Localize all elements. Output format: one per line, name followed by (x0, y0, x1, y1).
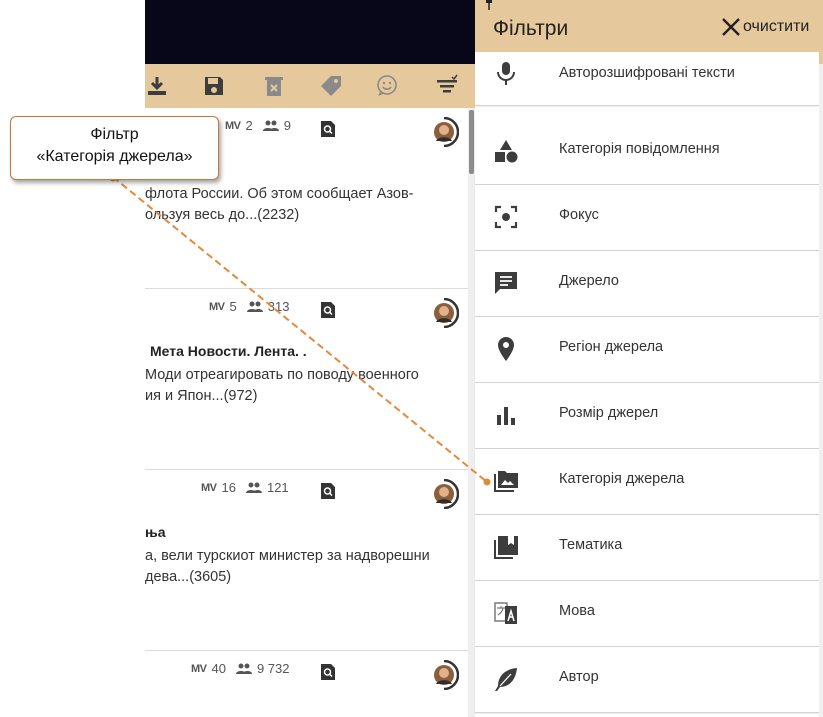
annotation-callout: Фільтр «Категорія джерела» (10, 116, 219, 180)
result-card[interactable]: MV 40 9 732 (145, 651, 468, 717)
clear-filters-label: очистити (743, 18, 810, 35)
preview-icon[interactable] (321, 121, 335, 137)
mv-count: 5 (229, 299, 237, 314)
preview-icon[interactable] (321, 302, 335, 318)
results-toolbar (145, 64, 475, 108)
microphone-icon (493, 60, 519, 86)
result-card[interactable]: MV 5 313 Мета Новости. Лента. . Моди отр… (145, 289, 468, 470)
avatar[interactable] (429, 298, 459, 328)
filter-item-language[interactable]: Мова (475, 581, 819, 647)
preview-icon[interactable] (321, 664, 335, 680)
filters-title: Фільтри (493, 17, 569, 40)
audience-count: 9 732 (256, 661, 290, 676)
filter-item-label: Категорія повідомлення (559, 141, 720, 157)
mv-count: 2 (245, 118, 253, 133)
avatar[interactable] (429, 660, 459, 690)
callout-line-2: «Категорія джерела» (36, 148, 193, 165)
callout-line-1: Фільтр (90, 126, 139, 143)
mv-label: MV (191, 662, 207, 675)
snippet-line: Моди отреагировать по поводу военного (145, 367, 419, 383)
audience-count: 121 (266, 480, 289, 495)
filter-item-label: Регіон джерела (559, 339, 664, 355)
people-icon (246, 301, 263, 312)
audience-count: 9 (283, 118, 291, 133)
mv-label: MV (201, 481, 217, 494)
filter-item-source-size[interactable]: Розмір джерел (475, 383, 819, 449)
people-icon (245, 482, 262, 493)
filter-item-label: Мова (559, 603, 595, 619)
filter-item-source-region[interactable]: Регіон джерела (475, 317, 819, 383)
download-icon[interactable] (145, 74, 169, 98)
bar-chart-icon (493, 402, 519, 428)
save-icon[interactable] (202, 74, 226, 98)
card-snippet: Моди отреагировать по поводу военного ия… (145, 365, 458, 407)
card-source-title[interactable]: Мета Новости. Лента. . (150, 343, 307, 359)
translate-icon (493, 600, 519, 626)
photo-library-icon (493, 468, 519, 494)
filter-item-source[interactable]: Джерело (475, 251, 819, 317)
preview-icon[interactable] (321, 483, 335, 499)
avatar[interactable] (429, 117, 459, 147)
filter-item-topic[interactable]: Тематика (475, 515, 819, 581)
people-icon (262, 120, 279, 131)
scrollbar-thumb[interactable] (469, 110, 474, 174)
filter-item-label: Джерело (559, 273, 619, 289)
avatar[interactable] (429, 479, 459, 509)
source-list-icon (493, 270, 519, 296)
feather-icon (493, 666, 519, 692)
filters-panel: Фільтри очистити Авторозшифровані тексти… (475, 0, 823, 717)
filter-item-label: Автор (559, 669, 599, 685)
filter-list-icon[interactable] (435, 74, 459, 98)
focus-icon (493, 204, 519, 230)
snippet-line: а, вели турскиот министер за надворешни (145, 548, 430, 564)
card-snippet: а, вели турскиот министер за надворешни … (145, 546, 458, 588)
filter-item-author[interactable]: Автор (475, 647, 819, 713)
sentiment-icon[interactable] (375, 74, 399, 98)
filter-item-label: Тематика (559, 537, 623, 553)
filter-item-message-category[interactable]: Категорія повідомлення (475, 119, 819, 185)
card-metrics: MV 16 121 (201, 480, 289, 495)
card-snippet: флота России. Об этом сообщает Азов- оль… (145, 184, 458, 226)
mv-count: 40 (211, 661, 226, 676)
mv-count: 16 (221, 480, 236, 495)
result-card[interactable]: MV 16 121 ња а, вели турскиот министер з… (145, 470, 468, 651)
results-pane: MV 2 9 флота России. Об этом сообщает Аз… (145, 0, 475, 717)
location-pin-icon (493, 336, 519, 362)
filter-item-source-category[interactable]: Категорія джерела (475, 449, 819, 515)
people-icon (235, 663, 252, 674)
card-metrics: MV 5 313 (209, 299, 289, 314)
snippet-line: дева...(3605) (145, 569, 232, 585)
filter-item-label: Розмір джерел (559, 405, 659, 421)
bookmark-library-icon (493, 534, 519, 560)
close-icon[interactable] (721, 17, 741, 37)
tag-icon[interactable] (319, 74, 343, 98)
clear-filters-button[interactable]: очистити (721, 17, 809, 37)
filter-item-focus[interactable]: Фокус (475, 185, 819, 251)
filter-item-label: Авторозшифровані тексти (559, 65, 735, 81)
panel-scroll-edge (819, 64, 823, 717)
delete-icon[interactable] (262, 74, 286, 98)
results-feed: MV 2 9 флота России. Об этом сообщает Аз… (145, 108, 475, 717)
mv-label: MV (225, 119, 241, 132)
snippet-line: флота России. Об этом сообщает Азов- (145, 186, 414, 202)
filter-item-label: Категорія джерела (559, 471, 685, 487)
pin-icon[interactable] (483, 0, 495, 10)
filter-item-label: Фокус (559, 207, 599, 223)
card-metrics: MV 40 9 732 (191, 661, 290, 676)
card-metrics: MV 2 9 (225, 118, 291, 133)
mv-label: MV (209, 300, 225, 313)
feed-scrollbar[interactable] (468, 108, 475, 717)
shapes-icon (493, 138, 519, 164)
app-top-bar (145, 0, 475, 64)
audience-count: 313 (267, 299, 290, 314)
snippet-line: ия и Япон...(972) (145, 388, 258, 404)
snippet-line: ользуя весь до...(2232) (145, 207, 300, 223)
card-source-title[interactable]: ња (145, 524, 165, 540)
filter-item-auto-transcripts[interactable]: Авторозшифровані тексти (475, 52, 819, 106)
